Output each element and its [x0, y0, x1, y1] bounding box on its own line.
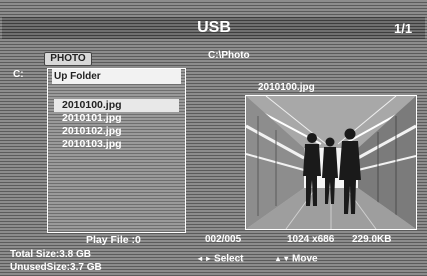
list-item[interactable]: 2010102.jpg — [54, 125, 179, 138]
image-resolution: 1024 x686 — [287, 234, 335, 245]
list-item[interactable]: 2010100.jpg — [54, 99, 179, 112]
total-size: Total Size:3.8 GB — [10, 249, 91, 260]
image-file-size: 229.0KB — [352, 234, 392, 245]
select-hint: ◂ ▸ Select — [198, 253, 244, 266]
list-item[interactable]: 2010101.jpg — [54, 112, 179, 125]
unused-size: UnusedSize:3.7 GB — [10, 262, 102, 273]
current-path: C:\Photo — [208, 50, 250, 61]
preview-file-name: 2010100.jpg — [258, 82, 315, 93]
file-index: 002/005 — [205, 234, 242, 245]
photo-preview — [245, 95, 417, 230]
up-folder-item[interactable]: Up Folder — [52, 69, 181, 84]
tab-photo[interactable]: PHOTO — [44, 52, 92, 66]
page-indicator: 1/1 — [394, 21, 413, 36]
play-file-status: Play File :0 — [86, 234, 141, 246]
move-hint: ▴ ▾ Move — [276, 253, 318, 266]
up-down-arrows-icon: ▴ ▾ — [276, 254, 290, 263]
usb-media-screen: USB 1/1 PHOTO C:\Photo C: Up Folder 2010… — [0, 0, 427, 276]
drive-label: C: — [13, 69, 24, 80]
file-list: 2010100.jpg 2010101.jpg 2010102.jpg 2010… — [54, 99, 179, 151]
select-hint-label: Select — [214, 253, 244, 265]
preview-image — [246, 96, 416, 229]
screen-title: USB — [197, 19, 231, 36]
move-hint-label: Move — [292, 253, 318, 265]
list-item[interactable]: 2010103.jpg — [54, 138, 179, 151]
file-list-panel: Up Folder 2010100.jpg 2010101.jpg 201010… — [47, 68, 186, 233]
left-right-arrows-icon: ◂ ▸ — [198, 254, 212, 263]
